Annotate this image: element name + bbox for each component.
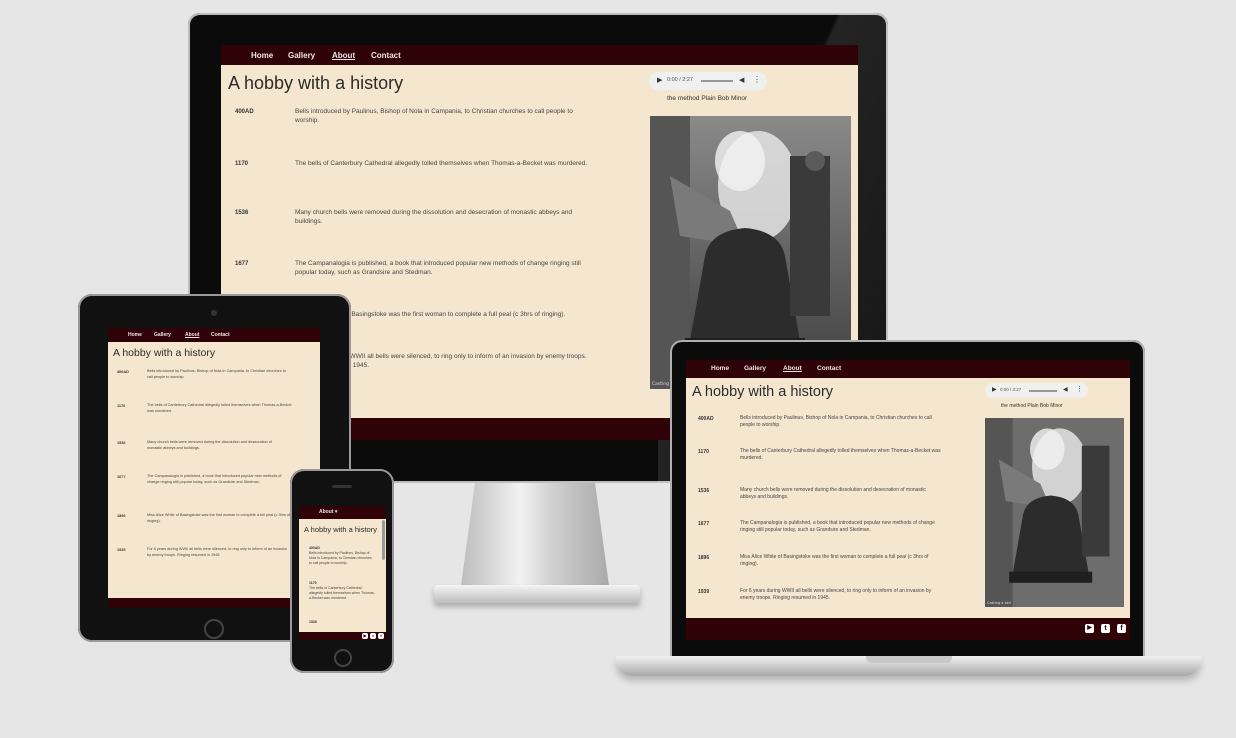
audio-caption: the method Plain Bob Minor (1001, 403, 1063, 409)
footer: ▶ t f (686, 618, 1130, 640)
timeline-year: 1536 (235, 210, 249, 216)
timeline-text: Bells introduced by Paulinus, Bishop of … (147, 369, 286, 379)
phone-speaker (332, 485, 352, 488)
timeline-year: 1536 (698, 488, 710, 494)
timeline-text: The Campanalogia is published, a book th… (740, 520, 935, 534)
youtube-icon[interactable]: ▶ (362, 633, 368, 639)
timeline-year: 400AD (117, 370, 129, 374)
nav-about[interactable]: About (185, 332, 199, 338)
timeline-text: The bells of Canterbury Cathedral allege… (295, 160, 588, 167)
timeline-year: 400AD (309, 546, 320, 550)
nav-home[interactable]: Home (128, 332, 142, 338)
progress-track[interactable] (1029, 390, 1057, 392)
nav-contact[interactable]: Contact (211, 332, 230, 338)
laptop-screen: Home Gallery About Contact A hobby with … (686, 360, 1130, 640)
nav-about[interactable]: About (332, 51, 355, 60)
timeline-year: 1536 (309, 620, 317, 624)
monitor-stand (460, 483, 610, 593)
timeline-year: 1677 (235, 261, 249, 267)
mobile-menu-toggle[interactable]: About ▾ (319, 509, 337, 515)
navbar: Home Gallery About Contact (221, 45, 858, 65)
play-icon[interactable]: ▶ (992, 386, 997, 393)
timeline-year: 1939 (117, 548, 126, 552)
facebook-icon[interactable]: f (1117, 624, 1126, 633)
twitter-icon[interactable]: t (1101, 624, 1110, 633)
nav-contact[interactable]: Contact (371, 51, 401, 60)
nav-home[interactable]: Home (711, 365, 729, 372)
timeline-year: 1170 (309, 581, 317, 585)
scrollbar[interactable] (382, 520, 385, 560)
audio-time: 0:00 / 2:27 (1000, 387, 1022, 392)
page-title: A hobby with a history (692, 384, 834, 400)
youtube-icon[interactable]: ▶ (1085, 624, 1094, 633)
monitor-stand-base (434, 585, 640, 603)
timeline-text: The Campanalogia is published, a book th… (147, 474, 282, 484)
timeline-text: Bells introduced by Paulinus, Bishop of … (309, 551, 372, 566)
more-options-icon[interactable]: ⋮ (1076, 385, 1083, 393)
timeline-year: 1939 (698, 589, 710, 595)
phone-screen: About ▾ A hobby with a history 400AD Bel… (299, 506, 386, 640)
audio-player[interactable]: ▶ 0:00 / 2:27 ◀ ⋮ (649, 72, 767, 90)
timeline-text: Many church bells were removed during th… (147, 440, 272, 450)
timeline-text: The bells of Canterbury Cathedral allege… (309, 586, 375, 601)
audio-caption: the method Plain Bob Minor (667, 95, 748, 102)
timeline-text: Many church bells were removed during th… (740, 487, 926, 501)
phone-home-button (334, 649, 352, 667)
timeline-text: The Campanalogia is published, a book th… (295, 260, 581, 277)
navbar: Home Gallery About Contact (686, 360, 1130, 378)
tablet-camera (211, 310, 217, 316)
navbar: Home Gallery About Contact (108, 328, 320, 342)
timeline-year: 1896 (698, 555, 710, 561)
timeline-year: 1677 (117, 475, 126, 479)
volume-icon[interactable]: ◀ (739, 76, 744, 84)
audio-time: 0:00 / 2:27 (667, 77, 693, 83)
nav-contact[interactable]: Contact (817, 365, 841, 372)
bell-casting-photo: Casting a bell (985, 418, 1124, 607)
page-title: A hobby with a history (304, 525, 377, 534)
nav-gallery[interactable]: Gallery (288, 51, 315, 60)
timeline-text: Bells introduced by Paulinus, Bishop of … (740, 415, 932, 429)
timeline-text: Miss Alice White of Basingstoke was the … (147, 513, 291, 523)
nav-home[interactable]: Home (251, 51, 273, 60)
volume-icon[interactable]: ◀ (1063, 386, 1068, 393)
nav-about[interactable]: About (783, 365, 802, 372)
more-options-icon[interactable]: ⋮ (753, 75, 761, 84)
page-title: A hobby with a history (113, 347, 216, 359)
timeline-text: Miss Alice White of Basingstoke was the … (740, 554, 929, 568)
timeline-text: Bells introduced by Paulinus, Bishop of … (295, 108, 573, 125)
timeline-year: 1170 (235, 161, 249, 167)
timeline-year: 1896 (117, 514, 126, 518)
navbar: About ▾ (299, 506, 386, 519)
progress-track[interactable] (701, 80, 733, 82)
nav-gallery[interactable]: Gallery (154, 332, 171, 338)
audio-player[interactable]: ▶ 0:00 / 2:27 ◀ ⋮ (985, 383, 1088, 398)
timeline-year: 400AD (698, 416, 714, 422)
footer (108, 598, 320, 608)
timeline-year: 1536 (117, 441, 126, 445)
timeline-year: 1677 (698, 521, 710, 527)
footer: ▶ t f (299, 632, 386, 640)
page-title: A hobby with a history (228, 73, 404, 93)
facebook-icon[interactable]: f (378, 633, 384, 639)
timeline-text: Many church bells were removed during th… (295, 209, 573, 226)
timeline-text: The bells of Canterbury Cathedral allege… (740, 448, 941, 462)
nav-gallery[interactable]: Gallery (744, 365, 766, 372)
timeline-text: For 6 years during WWII all bells were s… (147, 547, 288, 557)
laptop-notch (866, 656, 952, 663)
tablet-screen: Home Gallery About Contact A hobby with … (108, 328, 320, 608)
twitter-icon[interactable]: t (370, 633, 376, 639)
photo-credit: Casting a bell (987, 601, 1011, 605)
timeline-text: For 6 years during WWII all bells were s… (740, 588, 932, 602)
play-icon[interactable]: ▶ (657, 76, 662, 84)
timeline-year: 1170 (698, 449, 709, 455)
timeline-year: 400AD (235, 109, 254, 115)
timeline-year: 1170 (117, 404, 126, 408)
tablet-home-button (204, 619, 224, 639)
timeline-text: The bells of Canterbury Cathedral allege… (147, 403, 292, 413)
